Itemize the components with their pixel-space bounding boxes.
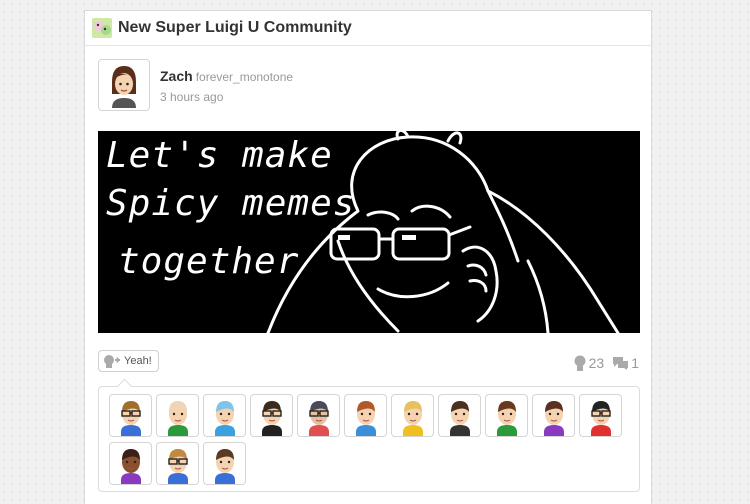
- yeah-avatar-grid: [109, 394, 639, 485]
- yeah-user-avatar[interactable]: [203, 442, 246, 485]
- user-name[interactable]: Zach: [160, 68, 193, 84]
- drawing-character: [266, 131, 620, 333]
- yeah-label: Yeah!: [124, 355, 152, 367]
- yeah-user-avatar[interactable]: [344, 394, 387, 437]
- yeah-user-avatar[interactable]: [156, 442, 199, 485]
- yeah-user-avatar[interactable]: [109, 442, 152, 485]
- author-avatar[interactable]: [98, 59, 150, 111]
- yeah-count[interactable]: 23: [573, 355, 605, 371]
- new-super-luigi-u-community-icon: [92, 18, 112, 38]
- yeah-user-avatar[interactable]: [579, 394, 622, 437]
- user-id: forever_monotone: [195, 70, 294, 84]
- post-drawing[interactable]: Let's make Spicy memes together: [98, 131, 640, 333]
- comment-count[interactable]: 1: [612, 355, 639, 371]
- yeah-count-value: 23: [588, 355, 605, 371]
- yeah-user-avatar[interactable]: [485, 394, 528, 437]
- community-title[interactable]: New Super Luigi U Community: [118, 19, 352, 37]
- yeah-user-avatar[interactable]: [250, 394, 293, 437]
- post-author: Zach forever_monotone 3 hours ago: [98, 59, 293, 111]
- yeah-count-icon: [574, 355, 586, 371]
- yeah-user-avatar[interactable]: [109, 394, 152, 437]
- post-timestamp[interactable]: 3 hours ago: [160, 90, 293, 104]
- yeah-user-avatar[interactable]: [203, 394, 246, 437]
- yeah-user-avatar[interactable]: [438, 394, 481, 437]
- yeah-icon: [104, 355, 120, 368]
- post-card: New Super Luigi U Community Zach forever_…: [84, 10, 652, 504]
- yeah-user-avatar[interactable]: [391, 394, 434, 437]
- comment-count-value: 1: [631, 355, 639, 371]
- post-counts: 23 1: [565, 355, 639, 371]
- yeah-user-avatar[interactable]: [156, 394, 199, 437]
- yeah-list-panel: [98, 386, 640, 492]
- yeah-button[interactable]: Yeah!: [98, 350, 159, 372]
- community-header[interactable]: New Super Luigi U Community: [85, 11, 651, 46]
- comment-icon: [613, 357, 629, 370]
- yeah-user-avatar[interactable]: [297, 394, 340, 437]
- yeah-user-avatar[interactable]: [532, 394, 575, 437]
